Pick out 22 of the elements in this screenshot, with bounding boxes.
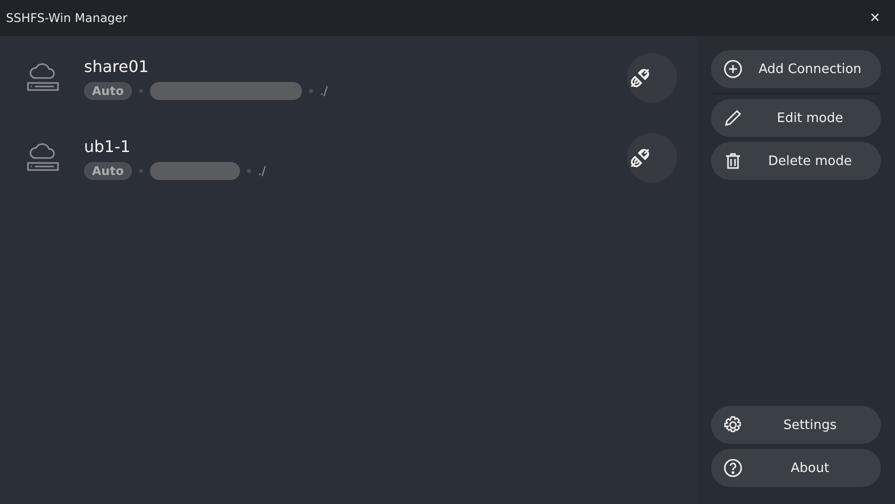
remote-path: ./ bbox=[320, 84, 328, 98]
settings-button[interactable]: Settings bbox=[711, 406, 881, 444]
remote-path: ./ bbox=[258, 164, 266, 178]
add-icon bbox=[723, 59, 743, 79]
close-button[interactable]: ✕ bbox=[855, 0, 895, 36]
connection-name: share01 bbox=[84, 56, 150, 76]
cloud-server-icon bbox=[26, 62, 60, 94]
settings-icon bbox=[723, 415, 743, 435]
about-button[interactable]: About bbox=[711, 449, 881, 487]
pencil-icon bbox=[723, 108, 743, 128]
add-button[interactable]: Add Connection bbox=[711, 50, 881, 88]
mode-badge: Auto bbox=[84, 162, 132, 180]
trash-icon bbox=[723, 151, 743, 171]
mode-badge: Auto bbox=[84, 82, 132, 100]
cloud-server-icon bbox=[26, 142, 60, 174]
delete-button[interactable]: Delete mode bbox=[711, 142, 881, 180]
connect-button[interactable] bbox=[627, 53, 677, 103]
edit-button[interactable]: Edit mode bbox=[711, 99, 881, 137]
window-title: SSHFS-Win Manager bbox=[6, 11, 128, 25]
connect-button[interactable] bbox=[627, 133, 677, 183]
connection-name: ub1-1 bbox=[84, 136, 132, 156]
help-icon bbox=[723, 458, 743, 478]
